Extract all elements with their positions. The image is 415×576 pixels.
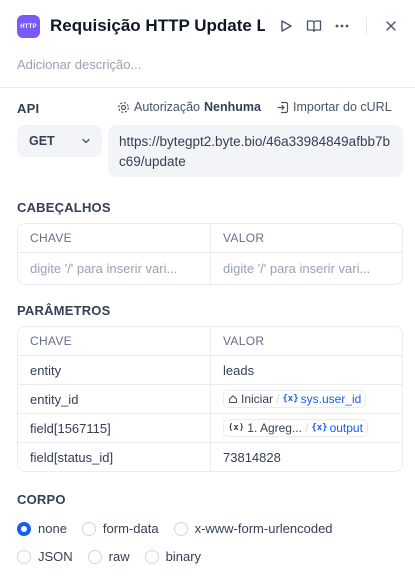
radio-indicator [144, 549, 159, 564]
radio-label: binary [165, 549, 202, 564]
param-value-input[interactable]: 73814828 [210, 443, 402, 471]
param-key-input[interactable]: field[1567115] [18, 414, 210, 442]
help-docs-button[interactable] [304, 16, 324, 36]
close-icon [386, 21, 396, 31]
body-type-options: JSON raw binary [17, 549, 216, 564]
param-value-input[interactable]: (x) 1. Agreg... / {x} output [210, 414, 402, 442]
radio-label: JSON [38, 549, 73, 564]
file-import-icon [277, 101, 289, 113]
header-value-input[interactable]: digite '/' para inserir vari... [210, 253, 402, 284]
table-row: entity_id Iniciar / {x} sys.user_id [18, 384, 402, 413]
book-open-icon [306, 20, 322, 33]
radio-indicator [81, 521, 96, 536]
aggregator-node-icon: (x) [228, 423, 245, 433]
body-type-raw-radio[interactable]: raw [87, 549, 130, 564]
authorization-label: Autorização [134, 100, 201, 114]
http-node-icon: HTTP [17, 15, 40, 38]
import-curl-button[interactable]: Importar do cURL [277, 100, 392, 114]
api-section-title: API [17, 101, 40, 116]
more-horizontal-icon [335, 24, 349, 28]
radio-label: x-www-form-urlencoded [194, 521, 333, 536]
body-type-urlencoded-radio[interactable]: x-www-form-urlencoded [173, 521, 333, 536]
variable-name: output [329, 421, 363, 435]
url-input[interactable]: https://bytegpt2.byte.bio/46a33984849afb… [108, 125, 403, 177]
table-row: field[status_id] 73814828 [18, 442, 402, 471]
radio-indicator [87, 549, 102, 564]
param-key-input[interactable]: field[status_id] [18, 443, 210, 471]
radio-indicator [173, 521, 188, 536]
param-value-input[interactable]: leads [210, 356, 402, 384]
divider [0, 87, 415, 88]
import-curl-label: Importar do cURL [293, 100, 392, 114]
column-header-value: VALOR [210, 224, 402, 252]
variable-name: sys.user_id [300, 392, 362, 406]
chevron-down-icon [82, 138, 90, 144]
gear-icon [118, 101, 129, 113]
variable-reference[interactable]: Iniciar / {x} sys.user_id [223, 390, 367, 408]
method-value: GET [29, 134, 55, 148]
variable-icon: {x} [282, 394, 299, 404]
body-section-title: CORPO [17, 492, 66, 507]
body-type-binary-radio[interactable]: binary [144, 549, 202, 564]
variable-node-name: 1. Agreg... [247, 421, 302, 435]
header-separator [366, 17, 367, 34]
description-input[interactable]: Adicionar descrição... [17, 57, 141, 72]
more-options-button[interactable] [332, 16, 352, 36]
panel-header: HTTP Requisição HTTP Update Le [0, 0, 415, 52]
column-header-key: CHAVE [30, 334, 72, 348]
headers-section-title: CABEÇALHOS [17, 200, 111, 215]
radio-label: raw [108, 549, 130, 564]
body-type-form-data-radio[interactable]: form-data [81, 521, 159, 536]
body-type-options: none form-data x-www-form-urlencoded [17, 521, 348, 536]
table-header-row: CHAVE VALOR [18, 327, 402, 355]
radio-label: form-data [102, 521, 159, 536]
table-row: field[1567115] (x) 1. Agreg... / {x} outp… [18, 413, 402, 442]
param-key-input[interactable]: entity_id [18, 385, 210, 413]
params-section-title: PARÂMETROS [17, 303, 111, 318]
path-separator: / [304, 421, 309, 435]
column-header-value: VALOR [210, 327, 402, 355]
method-select[interactable]: GET [17, 125, 102, 157]
variable-node-name: Iniciar [241, 392, 274, 406]
play-icon [281, 20, 292, 32]
authorization-value: Nenhuma [204, 100, 261, 114]
headers-table: CHAVE VALOR digite '/' para inserir vari… [17, 223, 403, 285]
radio-indicator [17, 549, 31, 564]
table-row: digite '/' para inserir vari... digite '… [18, 252, 402, 284]
close-button[interactable] [381, 16, 401, 36]
params-table: CHAVE VALOR entity leads entity_id Inici… [17, 326, 403, 472]
param-value-input[interactable]: Iniciar / {x} sys.user_id [210, 385, 402, 413]
table-row: entity leads [18, 355, 402, 384]
column-header-key: CHAVE [30, 231, 72, 245]
path-separator: / [276, 392, 280, 406]
node-title[interactable]: Requisição HTTP Update Le [50, 15, 265, 37]
param-key-input[interactable]: entity [18, 356, 210, 384]
body-type-json-radio[interactable]: JSON [17, 549, 73, 564]
body-type-none-radio[interactable]: none [17, 521, 67, 536]
table-header-row: CHAVE VALOR [18, 224, 402, 252]
variable-reference[interactable]: (x) 1. Agreg... / {x} output [223, 419, 368, 437]
header-key-input[interactable]: digite '/' para inserir vari... [18, 253, 210, 284]
run-button[interactable] [276, 16, 296, 36]
radio-selected-indicator [17, 521, 31, 536]
radio-label: none [38, 521, 67, 536]
authorization-button[interactable]: Autorização Nenhuma [117, 100, 261, 114]
variable-icon: {x} [311, 423, 328, 433]
home-icon [228, 395, 238, 404]
